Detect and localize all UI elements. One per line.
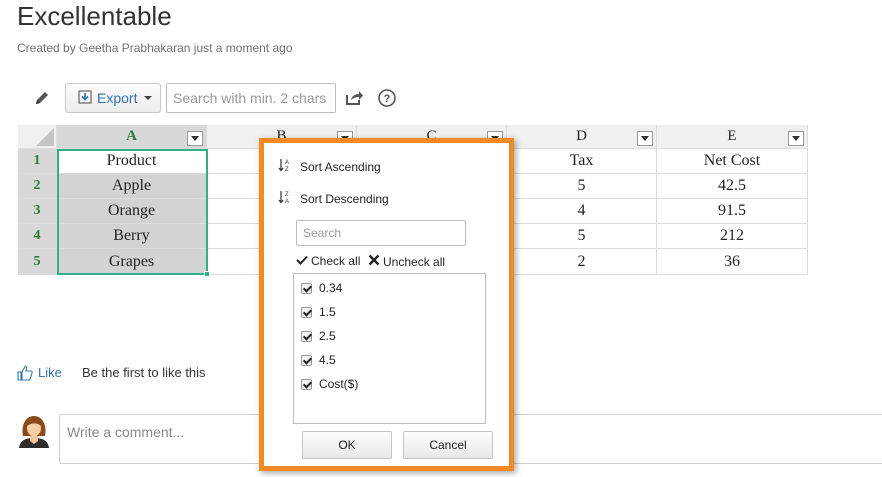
ok-button[interactable]: OK bbox=[302, 431, 392, 459]
svg-text:Z: Z bbox=[285, 192, 289, 198]
chevron-down-icon bbox=[144, 96, 153, 100]
filter-value-checkbox[interactable] bbox=[301, 378, 312, 390]
row-header[interactable]: 3 bbox=[18, 199, 57, 224]
like-status-text: Be the first to like this bbox=[82, 365, 206, 380]
cancel-button[interactable]: Cancel bbox=[403, 431, 493, 459]
sort-descending-item[interactable]: ZA Sort Descending bbox=[278, 190, 389, 207]
grid-cell[interactable]: 5 bbox=[507, 174, 657, 199]
grid-cell[interactable]: 212 bbox=[657, 224, 808, 249]
filter-value-label: 1.5 bbox=[319, 305, 336, 319]
grid-cell[interactable]: 36 bbox=[657, 249, 808, 275]
sort-ascending-item[interactable]: AZ Sort Ascending bbox=[278, 158, 381, 175]
sort-descending-label: Sort Descending bbox=[300, 191, 389, 206]
grid-cell[interactable]: Grapes bbox=[57, 249, 207, 275]
grid-cell[interactable]: Orange bbox=[57, 199, 207, 224]
filter-value-item[interactable]: 4.5 bbox=[301, 353, 336, 367]
edit-pencil-icon[interactable] bbox=[34, 90, 50, 106]
filter-value-checkbox[interactable] bbox=[301, 330, 312, 342]
grid-cell[interactable]: 91.5 bbox=[657, 199, 808, 224]
check-all-label: Check all bbox=[311, 254, 361, 268]
avatar bbox=[17, 414, 51, 448]
filter-value-item[interactable]: Cost($) bbox=[301, 377, 358, 391]
filter-value-item[interactable]: 1.5 bbox=[301, 305, 336, 319]
row-header[interactable]: 5 bbox=[18, 249, 57, 275]
column-header-e[interactable]: E bbox=[657, 125, 808, 149]
page-byline: Created by Geetha Prabhakaran just a mom… bbox=[17, 41, 293, 55]
filter-value-list: 0.34 1.5 2.5 4.5 Cost($) bbox=[293, 273, 486, 424]
share-icon[interactable] bbox=[345, 89, 364, 106]
svg-text:?: ? bbox=[384, 93, 391, 105]
help-icon[interactable]: ? bbox=[378, 89, 396, 107]
thumbs-up-icon[interactable] bbox=[17, 365, 33, 381]
filter-value-label: Cost($) bbox=[319, 377, 359, 391]
filter-value-label: 2.5 bbox=[319, 329, 336, 343]
svg-text:Z: Z bbox=[285, 167, 289, 172]
sort-descending-icon: ZA bbox=[278, 190, 292, 207]
page-title: Excellentable bbox=[17, 1, 172, 31]
column-header-a[interactable]: A bbox=[57, 125, 207, 149]
grid-cell[interactable]: 42.5 bbox=[657, 174, 808, 199]
filter-value-item[interactable]: 2.5 bbox=[301, 329, 336, 343]
grid-cell[interactable]: Tax bbox=[507, 149, 657, 174]
row-header[interactable]: 4 bbox=[18, 224, 57, 249]
download-icon bbox=[78, 89, 92, 107]
svg-text:A: A bbox=[285, 160, 289, 166]
fill-handle[interactable] bbox=[204, 271, 210, 277]
column-header-label: A bbox=[126, 128, 137, 144]
check-all-link[interactable]: Check all bbox=[296, 254, 360, 268]
uncheck-all-link[interactable]: Uncheck all bbox=[368, 254, 445, 269]
column-filter-button[interactable] bbox=[788, 131, 804, 146]
like-link[interactable]: Like bbox=[38, 365, 62, 380]
uncheck-all-label: Uncheck all bbox=[383, 254, 446, 269]
row-header[interactable]: 1 bbox=[18, 149, 57, 174]
grid-cell[interactable]: Berry bbox=[57, 224, 207, 249]
column-filter-popup: AZ Sort Ascending ZA Sort Descending Che… bbox=[259, 138, 514, 471]
grid-cell[interactable]: 5 bbox=[507, 224, 657, 249]
grid-cell[interactable]: 4 bbox=[507, 199, 657, 224]
column-filter-button[interactable] bbox=[637, 131, 653, 146]
export-button[interactable]: Export bbox=[65, 83, 161, 113]
grid-corner[interactable] bbox=[18, 125, 57, 149]
sort-ascending-icon: AZ bbox=[278, 158, 292, 175]
filter-value-item[interactable]: 0.34 bbox=[301, 281, 342, 295]
filter-value-label: 0.34 bbox=[319, 281, 343, 295]
column-header-label: D bbox=[576, 128, 587, 144]
grid-cell[interactable]: 2 bbox=[507, 249, 657, 275]
column-header-label: E bbox=[727, 128, 737, 144]
filter-value-checkbox[interactable] bbox=[301, 282, 312, 294]
grid-cell[interactable]: Apple bbox=[57, 174, 207, 199]
filter-value-label: 4.5 bbox=[319, 353, 336, 367]
grid-cell[interactable]: Product bbox=[57, 149, 207, 174]
row-header[interactable]: 2 bbox=[18, 174, 57, 199]
filter-search-input[interactable] bbox=[296, 220, 466, 246]
filter-value-checkbox[interactable] bbox=[301, 354, 312, 366]
svg-text:A: A bbox=[285, 199, 289, 204]
checkmark-icon bbox=[296, 254, 308, 268]
filter-value-checkbox[interactable] bbox=[301, 306, 312, 318]
column-header-d[interactable]: D bbox=[507, 125, 657, 149]
column-filter-button[interactable] bbox=[187, 131, 203, 146]
search-input[interactable] bbox=[166, 83, 336, 113]
close-icon bbox=[368, 254, 380, 269]
sort-ascending-label: Sort Ascending bbox=[300, 159, 381, 174]
export-label: Export bbox=[97, 90, 138, 106]
grid-cell[interactable]: Net Cost bbox=[657, 149, 808, 174]
